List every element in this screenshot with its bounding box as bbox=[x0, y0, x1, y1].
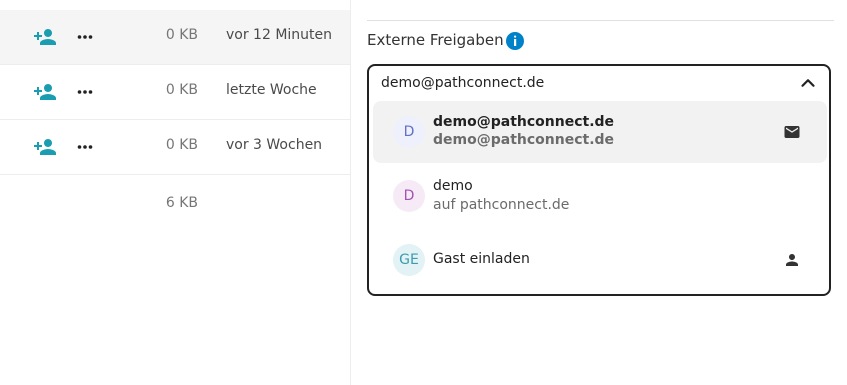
option-subtitle: demo@pathconnect.de bbox=[433, 132, 615, 148]
more-horizontal-icon[interactable] bbox=[73, 80, 97, 104]
total-size: 6 KB bbox=[165, 195, 198, 211]
file-modified: letzte Woche bbox=[226, 82, 317, 98]
file-row[interactable]: 0 KB vor 3 Wochen bbox=[0, 120, 350, 175]
sharing-sidebar: Externe Freigaben D demo@pathconnect.de … bbox=[351, 0, 847, 385]
share-recipient-combobox[interactable]: D demo@pathconnect.de demo@pathconnect.d… bbox=[367, 64, 831, 296]
file-modified: vor 3 Wochen bbox=[226, 137, 323, 153]
avatar: GE bbox=[393, 244, 425, 276]
file-size: 0 KB bbox=[165, 82, 198, 98]
option-invite-guest[interactable]: GE Gast einladen bbox=[373, 230, 827, 292]
more-horizontal-icon[interactable] bbox=[73, 135, 97, 159]
sharing-screen: 0 KB vor 12 Minuten 0 KB letzte Woche 0 … bbox=[0, 0, 847, 385]
person-icon bbox=[783, 251, 801, 269]
file-row[interactable]: 0 KB vor 12 Minuten bbox=[0, 10, 350, 65]
email-icon bbox=[783, 123, 801, 141]
more-horizontal-icon[interactable] bbox=[73, 25, 97, 49]
info-icon[interactable] bbox=[506, 32, 524, 50]
share-search-input[interactable] bbox=[381, 72, 781, 94]
section-separator bbox=[367, 20, 834, 21]
avatar: D bbox=[393, 180, 425, 212]
avatar: D bbox=[393, 116, 425, 148]
option-subtitle: auf pathconnect.de bbox=[433, 197, 570, 213]
add-user-icon[interactable] bbox=[33, 25, 57, 49]
file-modified: vor 12 Minuten bbox=[226, 27, 333, 43]
file-size: 0 KB bbox=[165, 27, 198, 43]
option-title: demo@pathconnect.de bbox=[433, 114, 615, 130]
option-user-recipient[interactable]: D demo auf pathconnect.de bbox=[373, 165, 827, 227]
option-email-recipient[interactable]: D demo@pathconnect.de demo@pathconnect.d… bbox=[373, 101, 827, 163]
file-list: 0 KB vor 12 Minuten 0 KB letzte Woche 0 … bbox=[0, 0, 350, 385]
add-user-icon[interactable] bbox=[33, 135, 57, 159]
option-title: Gast einladen bbox=[433, 251, 530, 267]
file-row[interactable]: 0 KB letzte Woche bbox=[0, 65, 350, 120]
file-size: 0 KB bbox=[165, 137, 198, 153]
add-user-icon[interactable] bbox=[33, 80, 57, 104]
option-title: demo bbox=[433, 178, 473, 194]
section-title: Externe Freigaben bbox=[367, 31, 504, 49]
chevron-up-icon[interactable] bbox=[797, 72, 819, 94]
